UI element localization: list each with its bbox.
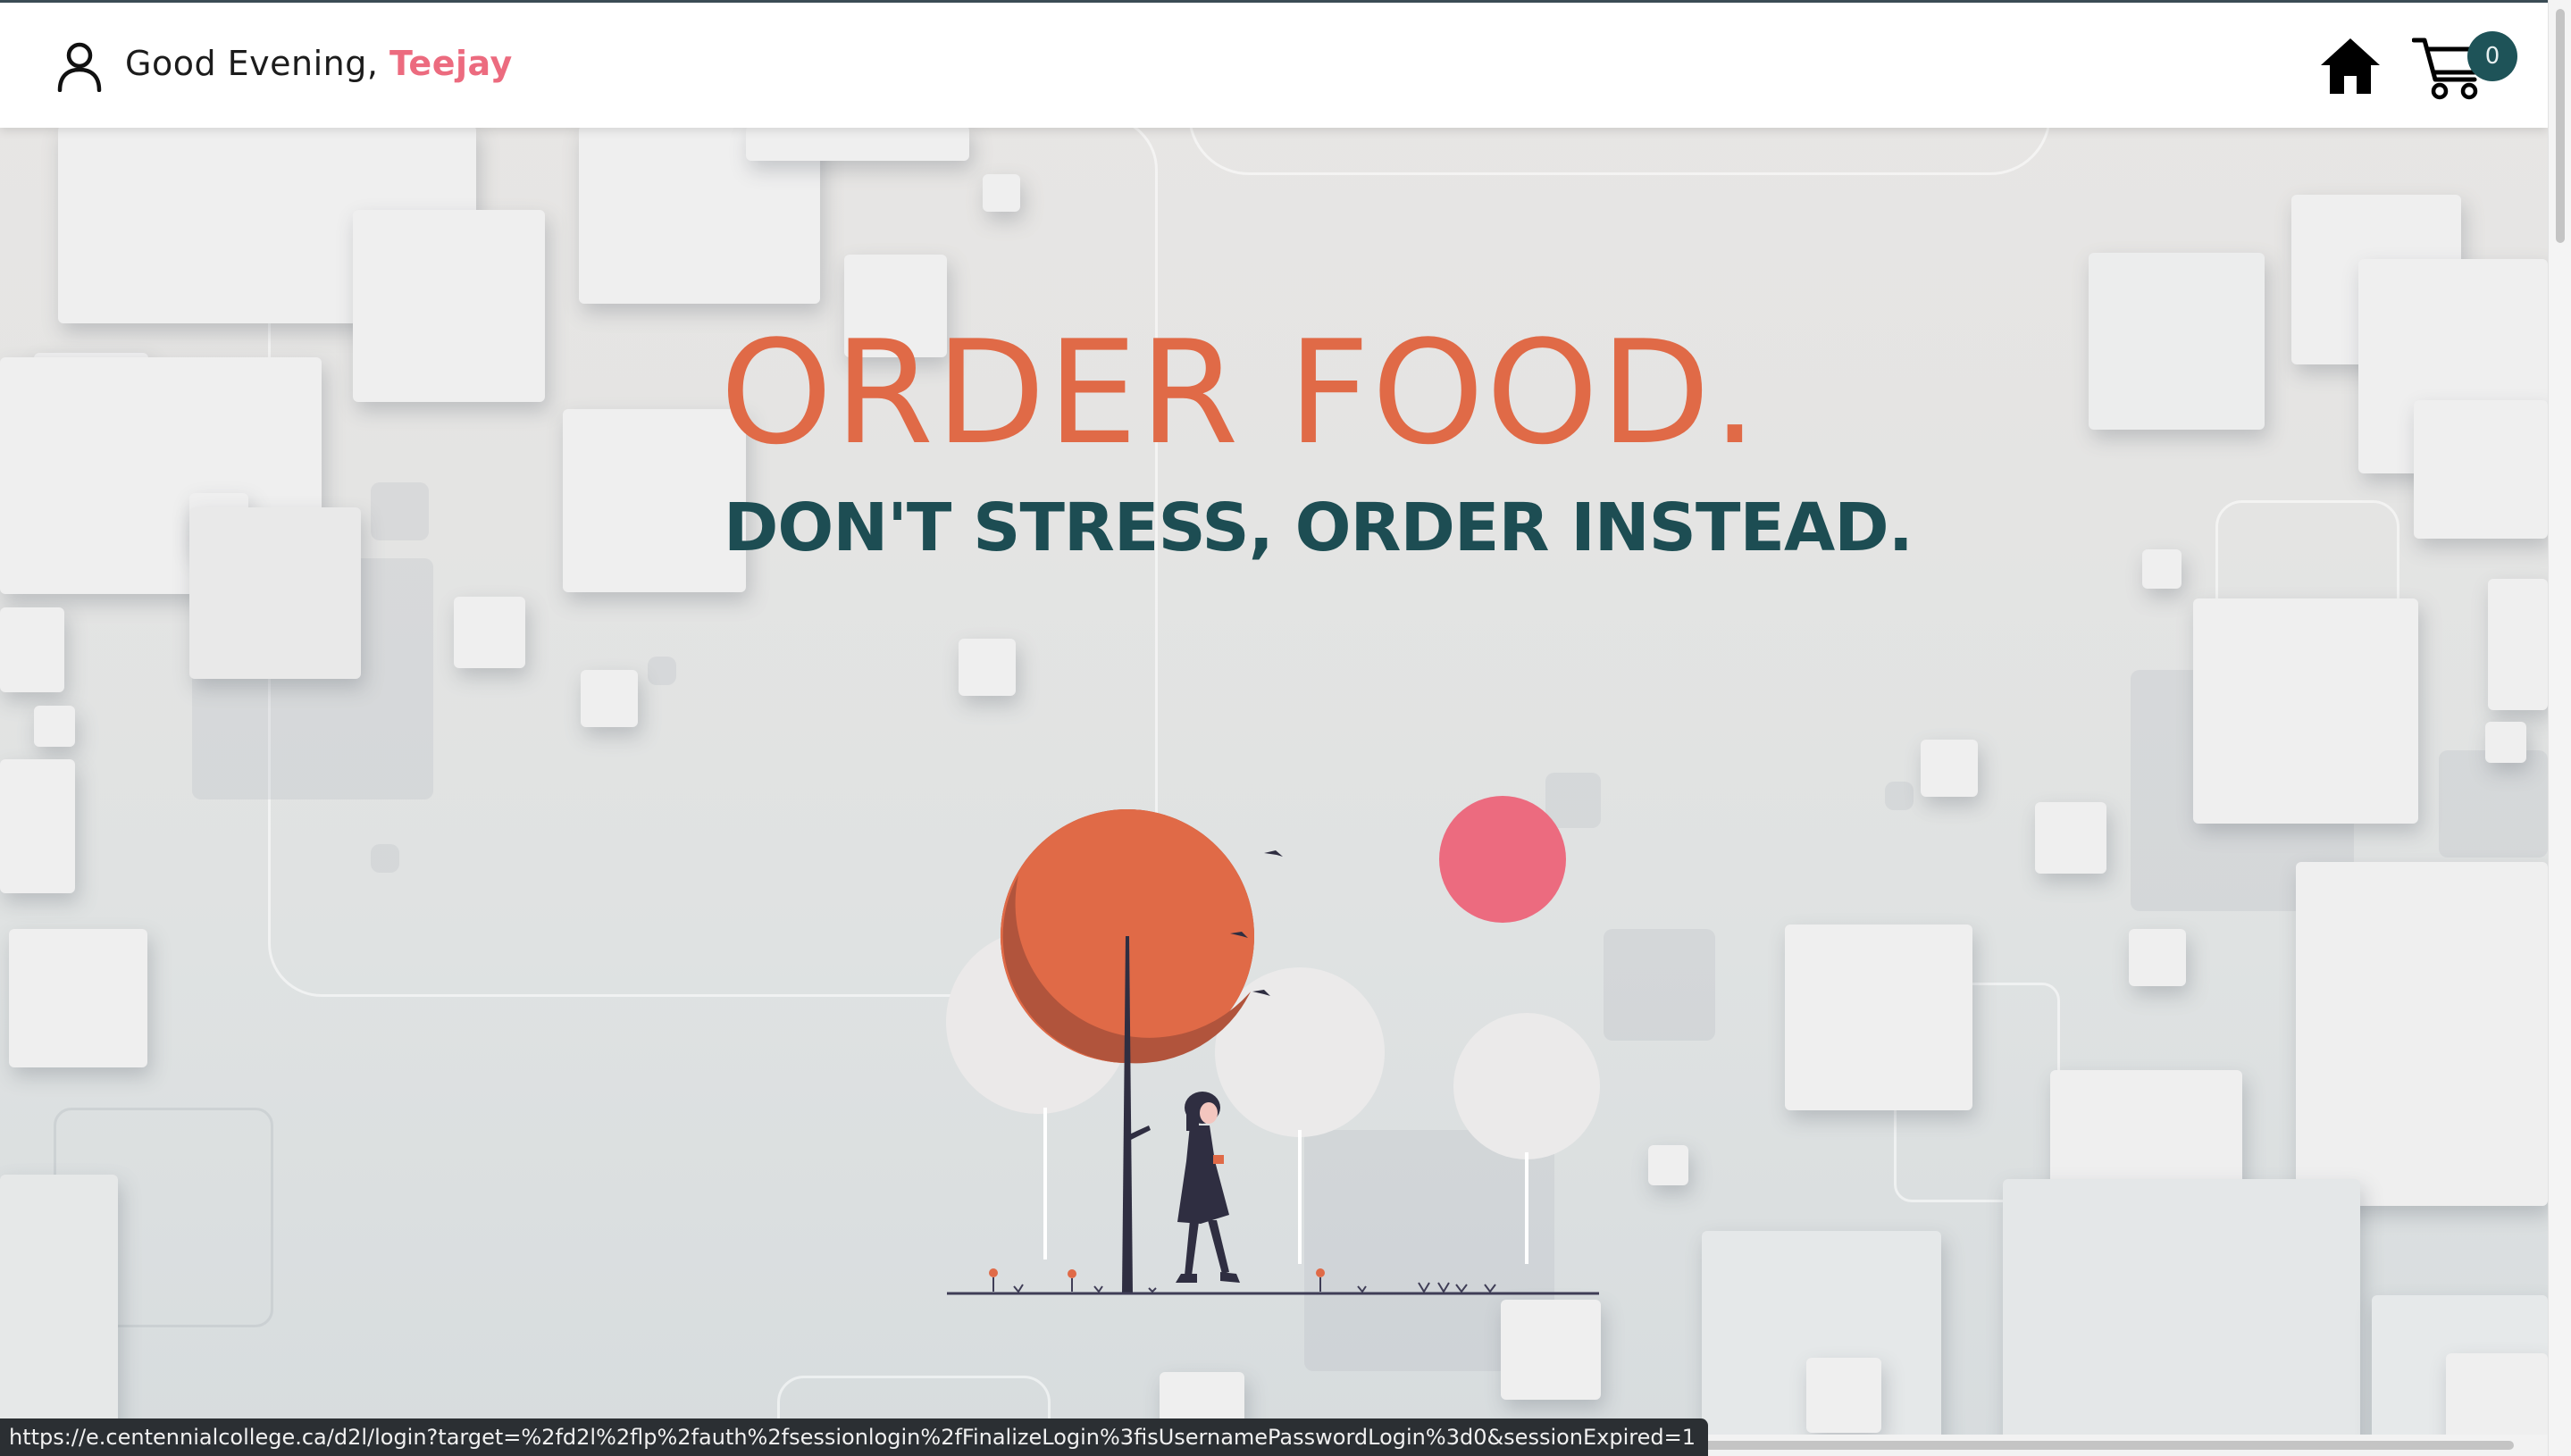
pale-tree-canopy-right	[1453, 1013, 1600, 1159]
walking-person	[1176, 1092, 1240, 1283]
greeting-text: Good Evening, Teejay	[125, 44, 513, 83]
bird-icon	[1264, 850, 1283, 857]
hero-title: ORDER FOOD.	[720, 309, 1760, 476]
app-viewport: Good Evening, Teejay 0 ORDER FOOD. DON'T…	[0, 0, 2571, 1456]
hero-subtitle: DON'T STRESS, ORDER INSTEAD.	[724, 490, 1914, 566]
cart-count-badge[interactable]: 0	[2467, 31, 2517, 81]
top-navbar: Good Evening, Teejay 0	[0, 0, 2548, 128]
user-icon[interactable]	[55, 40, 104, 92]
hero-illustration	[946, 796, 1600, 1295]
home-icon[interactable]	[2319, 35, 2382, 97]
vertical-scrollbar-thumb[interactable]	[2556, 9, 2565, 243]
pink-sun	[1439, 796, 1566, 923]
greeting-label: Good Evening,	[125, 44, 379, 83]
vertical-scrollbar[interactable]	[2548, 0, 2571, 1456]
user-name: Teejay	[389, 44, 513, 83]
status-bar-url: https://e.centennialcollege.ca/d2l/login…	[0, 1418, 1709, 1456]
